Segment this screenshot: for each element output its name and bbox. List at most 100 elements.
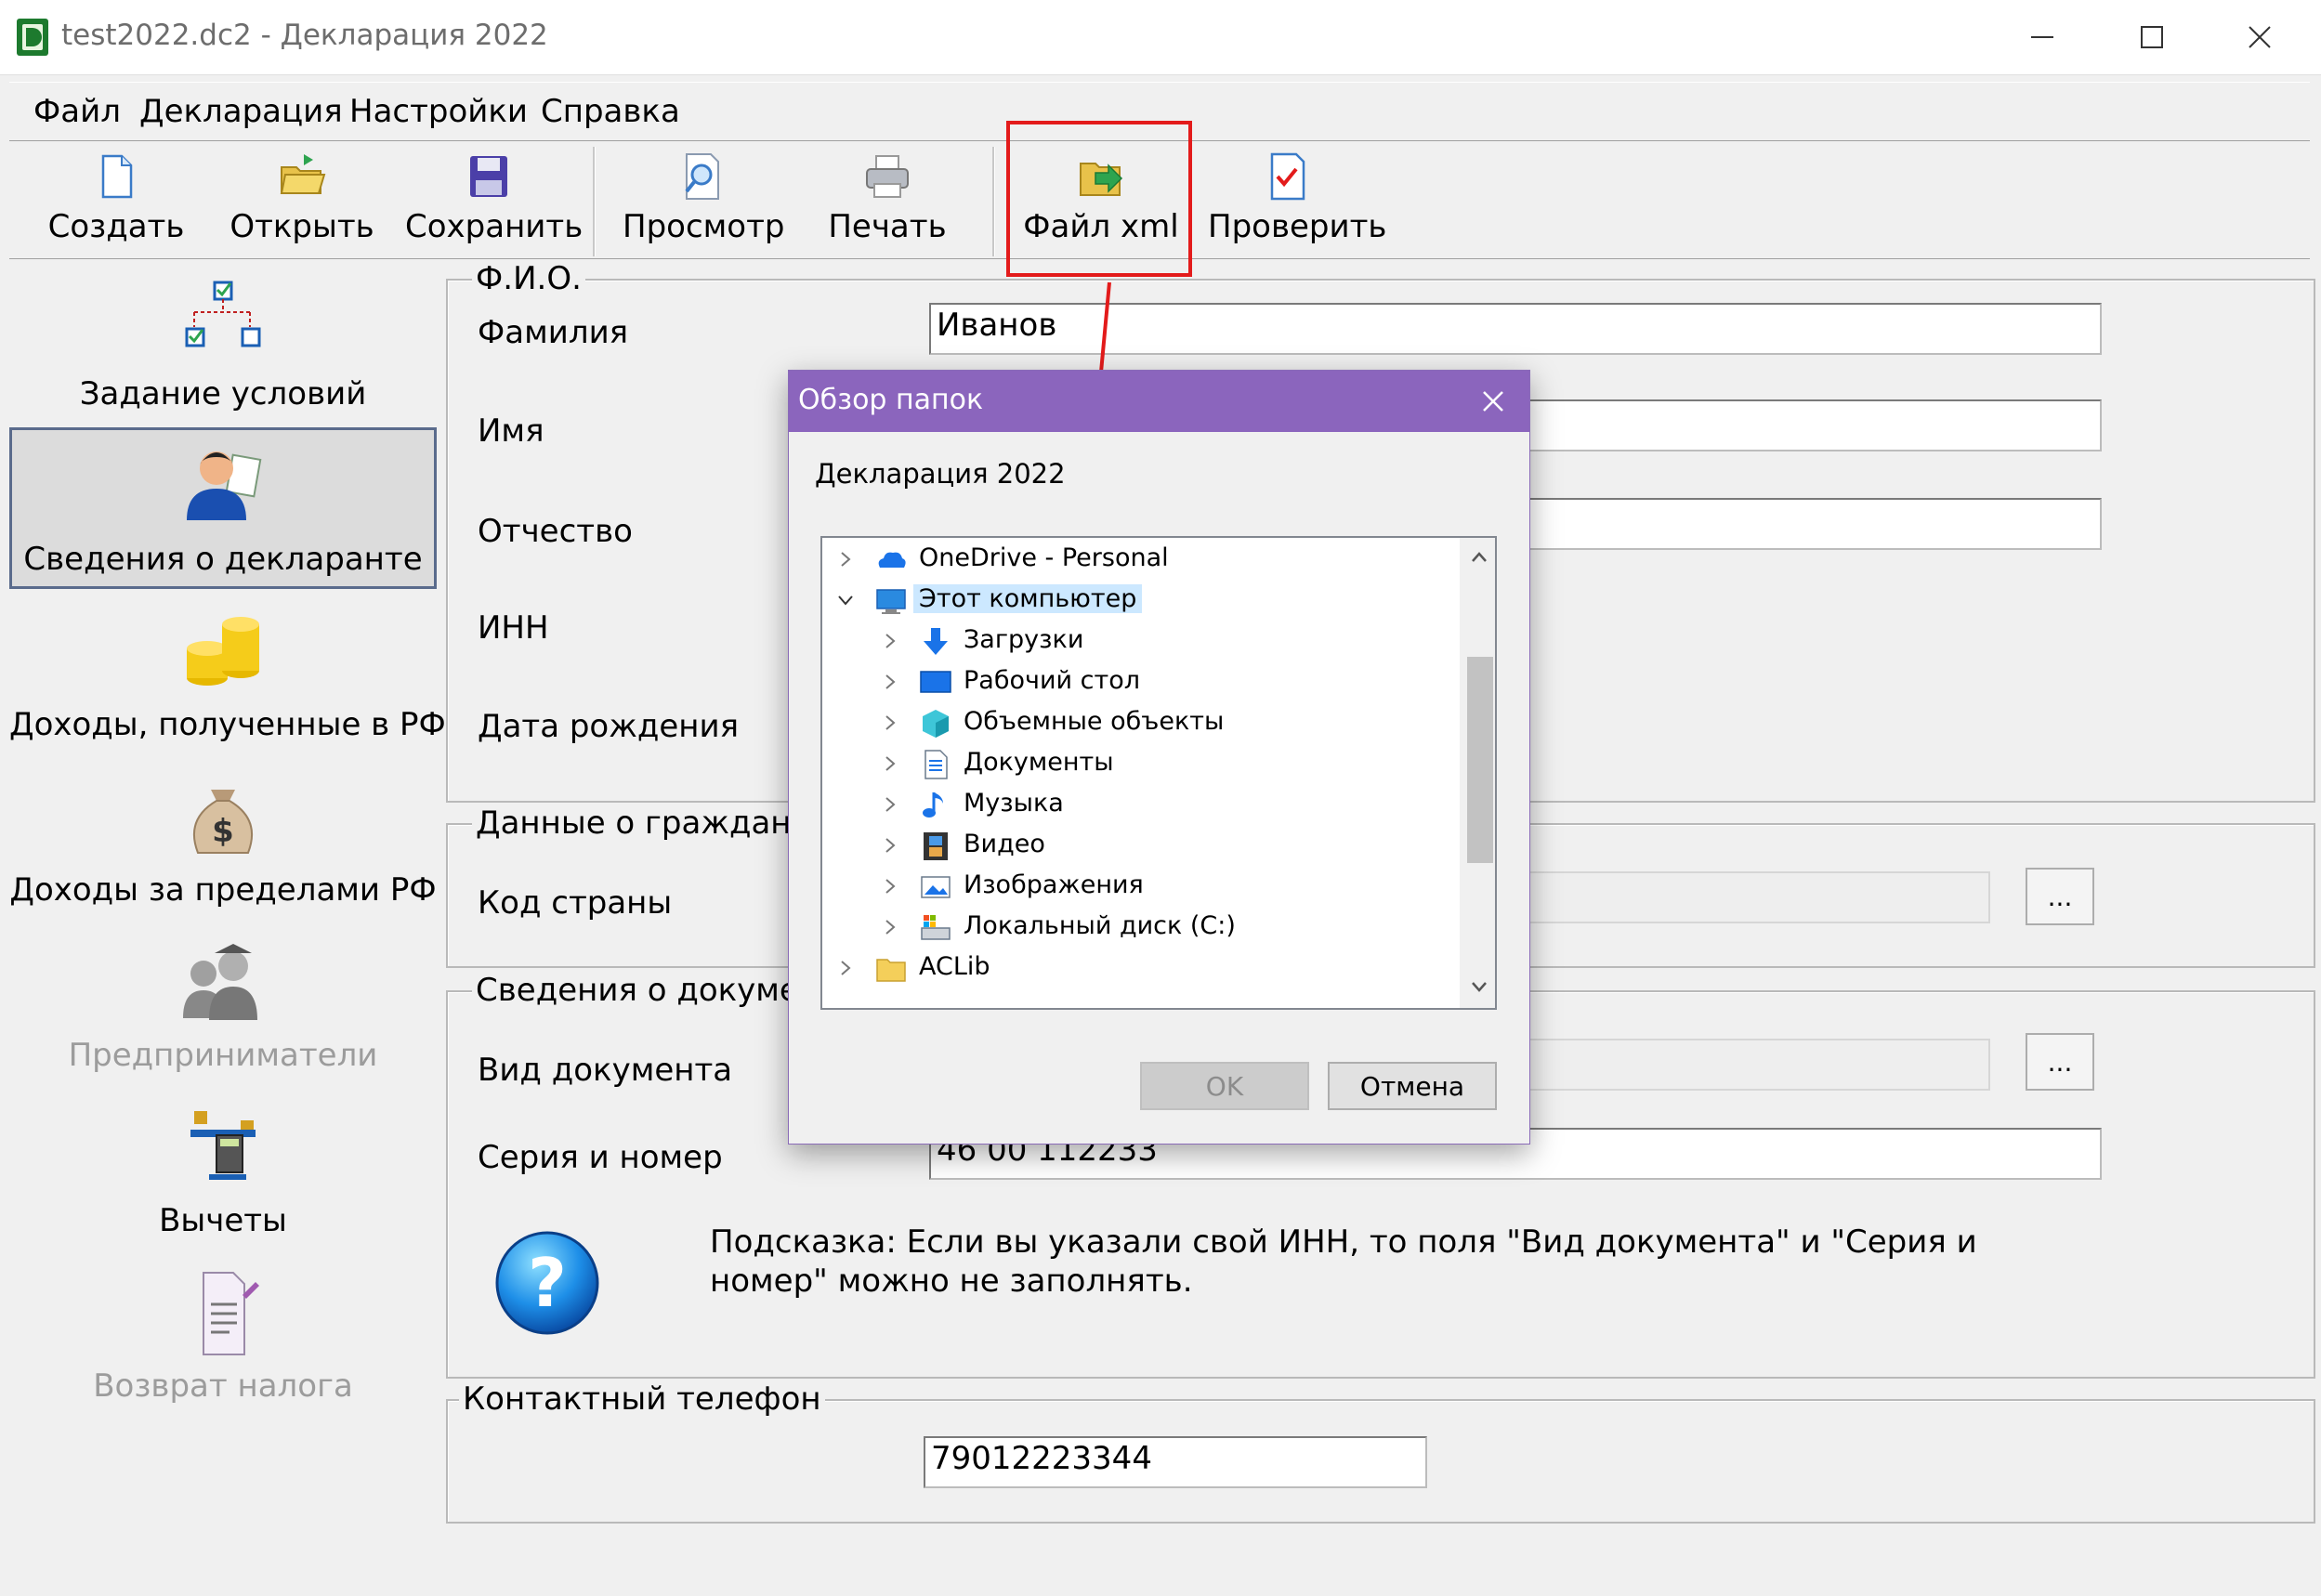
nav-item-deductions[interactable]: Вычеты — [9, 1102, 437, 1239]
scroll-down-icon[interactable] — [1467, 975, 1491, 999]
open-label: Открыть — [229, 208, 374, 245]
open-button[interactable]: Открыть — [223, 150, 381, 262]
tree-item-local-disk[interactable]: Локальный диск (C:) — [822, 908, 1454, 948]
menu-settings[interactable]: Настройки — [349, 93, 528, 130]
hint-text: Подсказка: Если вы указали свой ИНН, то … — [710, 1223, 1977, 1300]
document-browse-button[interactable]: ... — [2026, 1033, 2094, 1091]
tree-item-desktop[interactable]: Рабочий стол — [822, 662, 1454, 703]
tax-return-doc-icon — [203, 1272, 259, 1355]
nav-item-income-abroad[interactable]: $ Доходы за пределами РФ — [9, 771, 437, 909]
check-button[interactable]: Проверить — [1208, 150, 1386, 262]
tree-item-3d-objects[interactable]: Объемные объекты — [822, 703, 1454, 744]
chevron-right-icon — [885, 634, 896, 648]
tree-item-label: OneDrive - Personal — [919, 543, 1169, 572]
minimize-icon — [2031, 36, 2053, 38]
tree-item-label: Музыка — [964, 789, 1064, 818]
document-legend: Сведения о докумен — [472, 972, 824, 1009]
3d-objects-icon — [923, 710, 949, 738]
nav-item-tax-return[interactable]: Возврат налога — [9, 1267, 437, 1405]
tree-item-video[interactable]: Видео — [822, 826, 1454, 867]
dialog-title: Обзор папок — [798, 384, 984, 416]
folder-tree[interactable]: OneDrive - Personal Этот компьютер Загру… — [820, 536, 1497, 1010]
nav-item-income-rf[interactable]: Доходы, полученные в РФ — [9, 606, 446, 743]
menu-file[interactable]: Файл — [33, 93, 121, 130]
computer-icon — [876, 589, 906, 614]
maximize-button[interactable] — [2098, 0, 2206, 74]
country-code-label: Код страны — [478, 884, 673, 922]
print-button[interactable]: Печать — [808, 150, 966, 262]
help-question-icon: ? — [495, 1231, 599, 1335]
create-label: Создать — [47, 208, 185, 245]
tree-item-music[interactable]: Музыка — [822, 785, 1454, 826]
country-browse-button[interactable]: ... — [2026, 868, 2094, 925]
svg-text:?: ? — [528, 1244, 567, 1322]
nav-item-entrepreneurs[interactable]: Предприниматели — [9, 936, 437, 1074]
scrollbar-thumb[interactable] — [1467, 657, 1493, 863]
dialog-close-button[interactable] — [1458, 371, 1528, 432]
nav-label: Предприниматели — [68, 1037, 378, 1074]
annotation-highlight-box — [1006, 121, 1192, 277]
preview-button[interactable]: Просмотр — [623, 150, 785, 262]
open-folder-icon — [280, 154, 326, 194]
nav-item-declarant[interactable]: Сведения о декларанте — [9, 440, 437, 578]
toolbar-separator — [992, 147, 995, 256]
tree-item-label: Видео — [964, 830, 1045, 858]
maximize-icon — [2141, 26, 2163, 48]
chevron-right-icon — [885, 797, 896, 812]
nav-label: Возврат налога — [93, 1367, 353, 1405]
tree-item-documents[interactable]: Документы — [822, 744, 1454, 785]
tree-item-label: Рабочий стол — [964, 666, 1140, 695]
local-disk-icon — [921, 915, 951, 940]
declarant-person-icon — [187, 451, 262, 520]
tree-item-onedrive[interactable]: OneDrive - Personal — [822, 540, 1454, 581]
nav-label: Задание условий — [79, 375, 367, 412]
tree-item-label: Документы — [964, 748, 1114, 777]
create-button[interactable]: Создать — [37, 150, 195, 262]
pictures-icon — [921, 876, 951, 898]
desktop-icon — [920, 671, 951, 693]
inn-label: ИНН — [478, 609, 549, 647]
chevron-right-icon — [885, 715, 896, 730]
close-icon — [1483, 391, 1503, 412]
preview-label: Просмотр — [623, 208, 785, 245]
ok-button[interactable]: OK — [1140, 1062, 1309, 1110]
citizenship-legend: Данные о гражданст — [472, 805, 832, 842]
conditions-tree-icon — [185, 281, 261, 347]
tree-item-downloads[interactable]: Загрузки — [822, 621, 1454, 662]
toolbar-separator — [593, 147, 596, 256]
tree-item-aclib[interactable]: ACLib — [822, 948, 1454, 989]
documents-icon — [924, 750, 948, 779]
scroll-up-icon[interactable] — [1467, 545, 1491, 569]
new-file-icon — [101, 154, 133, 199]
cancel-button[interactable]: Отмена — [1328, 1062, 1497, 1110]
nav-label: Вычеты — [159, 1202, 287, 1239]
browse-folder-dialog: Обзор папок Декларация 2022 OneDrive - P… — [788, 370, 1530, 1145]
tree-item-this-pc[interactable]: Этот компьютер — [822, 581, 1454, 621]
phone-field[interactable]: 79012223344 — [924, 1436, 1427, 1488]
tree-item-label: Этот компьютер — [913, 584, 1143, 613]
menu-help[interactable]: Справка — [541, 93, 680, 130]
coins-icon — [187, 617, 259, 686]
fio-legend: Ф.И.О. — [472, 260, 585, 297]
tree-item-label: Загрузки — [964, 625, 1084, 654]
nav-label: Доходы за пределами РФ — [9, 871, 437, 909]
check-document-icon — [1270, 152, 1305, 201]
chevron-right-icon — [841, 552, 851, 567]
tree-item-label: Локальный диск (C:) — [964, 911, 1236, 940]
nav-label: Доходы, полученные в РФ — [9, 706, 446, 743]
nav-item-conditions[interactable]: Задание условий — [9, 275, 437, 412]
chevron-right-icon — [841, 961, 851, 975]
preview-icon — [685, 153, 719, 200]
menu-declaration[interactable]: Декларация — [139, 93, 343, 130]
save-button[interactable]: Сохранить — [405, 150, 583, 262]
minimize-button[interactable] — [1988, 0, 2096, 74]
birthdate-label: Дата рождения — [478, 708, 740, 745]
close-icon — [2249, 26, 2271, 48]
video-film-icon — [924, 832, 948, 860]
printer-icon — [866, 155, 909, 198]
tree-item-pictures[interactable]: Изображения — [822, 867, 1454, 908]
patronymic-label: Отчество — [478, 513, 633, 550]
close-window-button[interactable] — [2206, 0, 2314, 74]
downloads-arrow-icon — [924, 628, 948, 655]
dialog-description: Декларация 2022 — [815, 458, 1066, 490]
